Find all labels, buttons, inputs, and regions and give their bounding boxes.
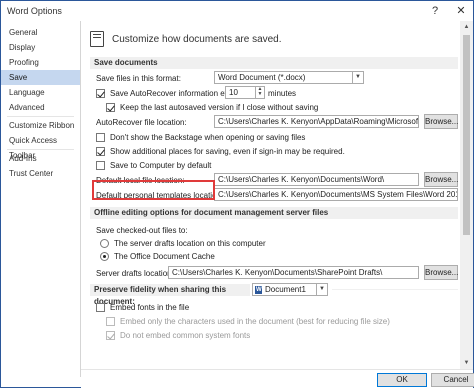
browse-autorecover-button[interactable]: Browse... — [424, 114, 458, 129]
browse-server-drafts-button[interactable]: Browse... — [424, 265, 458, 280]
scroll-up-icon[interactable]: ▲ — [460, 21, 473, 33]
save-computer-label: Save to Computer by default — [110, 161, 212, 170]
templates-highlight-box — [92, 180, 215, 200]
spinner-arrows-icon[interactable]: ▲ ▼ — [255, 87, 264, 98]
show-places-label: Show additional places for saving, even … — [110, 147, 345, 156]
default-local-input[interactable]: C:\Users\Charles K. Kenyon\Documents\Wor… — [214, 173, 419, 186]
server-drafts-location-label: Server drafts location: — [96, 269, 174, 278]
sidebar-item-add-ins[interactable]: Add-Ins — [1, 151, 80, 166]
title-bar: Word Options ? ✕ — [1, 1, 473, 21]
fidelity-document-select[interactable]: Document1 ▼ — [252, 283, 328, 296]
embed-only-label: Embed only the characters used in the do… — [120, 317, 390, 326]
server-drafts-radio-label: The server drafts location on this compu… — [114, 239, 266, 248]
autorecover-minutes-spinner[interactable]: 10 ▲ ▼ — [225, 86, 265, 99]
office-cache-radio-label: The Office Document Cache — [114, 252, 215, 261]
no-common-fonts-row: Do not embed common system fonts — [106, 329, 250, 342]
page-title: Customize how documents are saved. — [112, 33, 282, 45]
save-computer-row: Save to Computer by default — [96, 159, 211, 172]
show-places-row: Show additional places for saving, even … — [96, 145, 345, 158]
vertical-scrollbar[interactable]: ▲ ▼ — [460, 21, 473, 369]
autorecover-location-label: AutoRecover file location: — [96, 118, 187, 127]
section-preserve-fidelity: Preserve fidelity when sharing this docu… — [90, 284, 250, 306]
keep-last-row: Keep the last autosaved version if I clo… — [106, 101, 318, 114]
browse-default-local-button[interactable]: Browse... — [424, 172, 458, 187]
sidebar-item-display[interactable]: Display — [1, 40, 80, 55]
ok-button[interactable]: OK — [377, 373, 427, 387]
sidebar-item-customize-ribbon[interactable]: Customize Ribbon — [1, 118, 80, 133]
no-common-fonts-label: Do not embed common system fonts — [120, 331, 251, 340]
office-cache-radio-row: The Office Document Cache — [100, 250, 215, 263]
minutes-label: minutes — [268, 89, 297, 98]
sidebar-item-save[interactable]: Save — [1, 70, 80, 85]
embed-fonts-checkbox[interactable] — [96, 303, 105, 312]
embed-fonts-row: Embed fonts in the file — [96, 301, 189, 314]
section-save-documents: Save documents — [90, 57, 458, 69]
keep-last-checkbox[interactable] — [106, 103, 115, 112]
server-drafts-location-row: Server drafts location: — [96, 267, 174, 280]
autorecover-location-row: AutoRecover file location: — [96, 116, 187, 129]
office-cache-radio[interactable] — [100, 252, 109, 261]
no-backstage-row: Don't show the Backstage when opening or… — [96, 131, 305, 144]
save-checked-out-row: Save checked-out files to: — [96, 224, 188, 237]
sidebar-item-proofing[interactable]: Proofing — [1, 55, 80, 70]
show-places-checkbox[interactable] — [96, 147, 105, 156]
cancel-button[interactable]: Cancel — [431, 373, 474, 387]
save-checked-out-label: Save checked-out files to: — [96, 226, 188, 235]
embed-only-checkbox[interactable] — [106, 317, 115, 326]
word-document-icon — [255, 285, 262, 295]
chevron-down-icon: ▼ — [352, 72, 363, 83]
fidelity-document-value: Document1 — [265, 285, 306, 294]
server-drafts-radio[interactable] — [100, 239, 109, 248]
autorecover-checkbox[interactable] — [96, 89, 105, 98]
dialog-footer: OK Cancel — [81, 369, 474, 388]
format-select-value: Word Document (*.docx) — [218, 73, 306, 82]
scrollbar-thumb[interactable] — [463, 35, 470, 235]
minutes-row: minutes — [268, 87, 296, 100]
no-backstage-label: Don't show the Backstage when opening or… — [110, 133, 306, 142]
autorecover-minutes-value: 10 — [229, 88, 238, 97]
word-options-window: Word Options ? ✕ General Display Proofin… — [0, 0, 474, 388]
autorecover-label: Save AutoRecover information every — [110, 89, 240, 98]
scroll-down-icon[interactable]: ▼ — [460, 357, 473, 369]
save-computer-checkbox[interactable] — [96, 161, 105, 170]
no-common-fonts-checkbox[interactable] — [106, 331, 115, 340]
sidebar-item-quick-access-toolbar[interactable]: Quick Access Toolbar — [1, 133, 80, 160]
format-select[interactable]: Word Document (*.docx) ▼ — [214, 71, 364, 84]
sidebar-item-trust-center[interactable]: Trust Center — [1, 166, 80, 181]
sidebar-item-language[interactable]: Language — [1, 85, 80, 100]
embed-only-row: Embed only the characters used in the do… — [106, 315, 390, 328]
server-drafts-location-input[interactable]: C:\Users\Charles K. Kenyon\Documents\Sha… — [168, 266, 419, 279]
help-button[interactable]: ? — [421, 1, 449, 21]
format-label: Save files in this format: — [96, 74, 181, 83]
autorecover-row: Save AutoRecover information every — [96, 87, 240, 100]
embed-fonts-label: Embed fonts in the file — [110, 303, 190, 312]
close-button[interactable]: ✕ — [447, 1, 474, 21]
templates-location-input[interactable]: C:\Users\Charles K. Kenyon\Documents\MS … — [214, 188, 458, 201]
autorecover-location-input[interactable]: C:\Users\Charles K. Kenyon\AppData\Roami… — [214, 115, 419, 128]
page-header: Customize how documents are saved. — [90, 27, 282, 51]
server-drafts-radio-row: The server drafts location on this compu… — [100, 237, 266, 250]
sidebar-item-advanced[interactable]: Advanced — [1, 100, 80, 115]
chevron-down-icon: ▼ — [316, 284, 327, 295]
document-save-icon — [90, 31, 104, 47]
sidebar-item-general[interactable]: General — [1, 25, 80, 40]
format-row: Save files in this format: — [96, 72, 181, 85]
no-backstage-checkbox[interactable] — [96, 133, 105, 142]
section-offline-editing: Offline editing options for document man… — [90, 207, 458, 219]
sidebar: General Display Proofing Save Language A… — [1, 21, 81, 377]
sidebar-divider — [7, 116, 74, 117]
window-title: Word Options — [7, 6, 62, 16]
keep-last-label: Keep the last autosaved version if I clo… — [120, 103, 319, 112]
section-divider — [332, 289, 458, 290]
